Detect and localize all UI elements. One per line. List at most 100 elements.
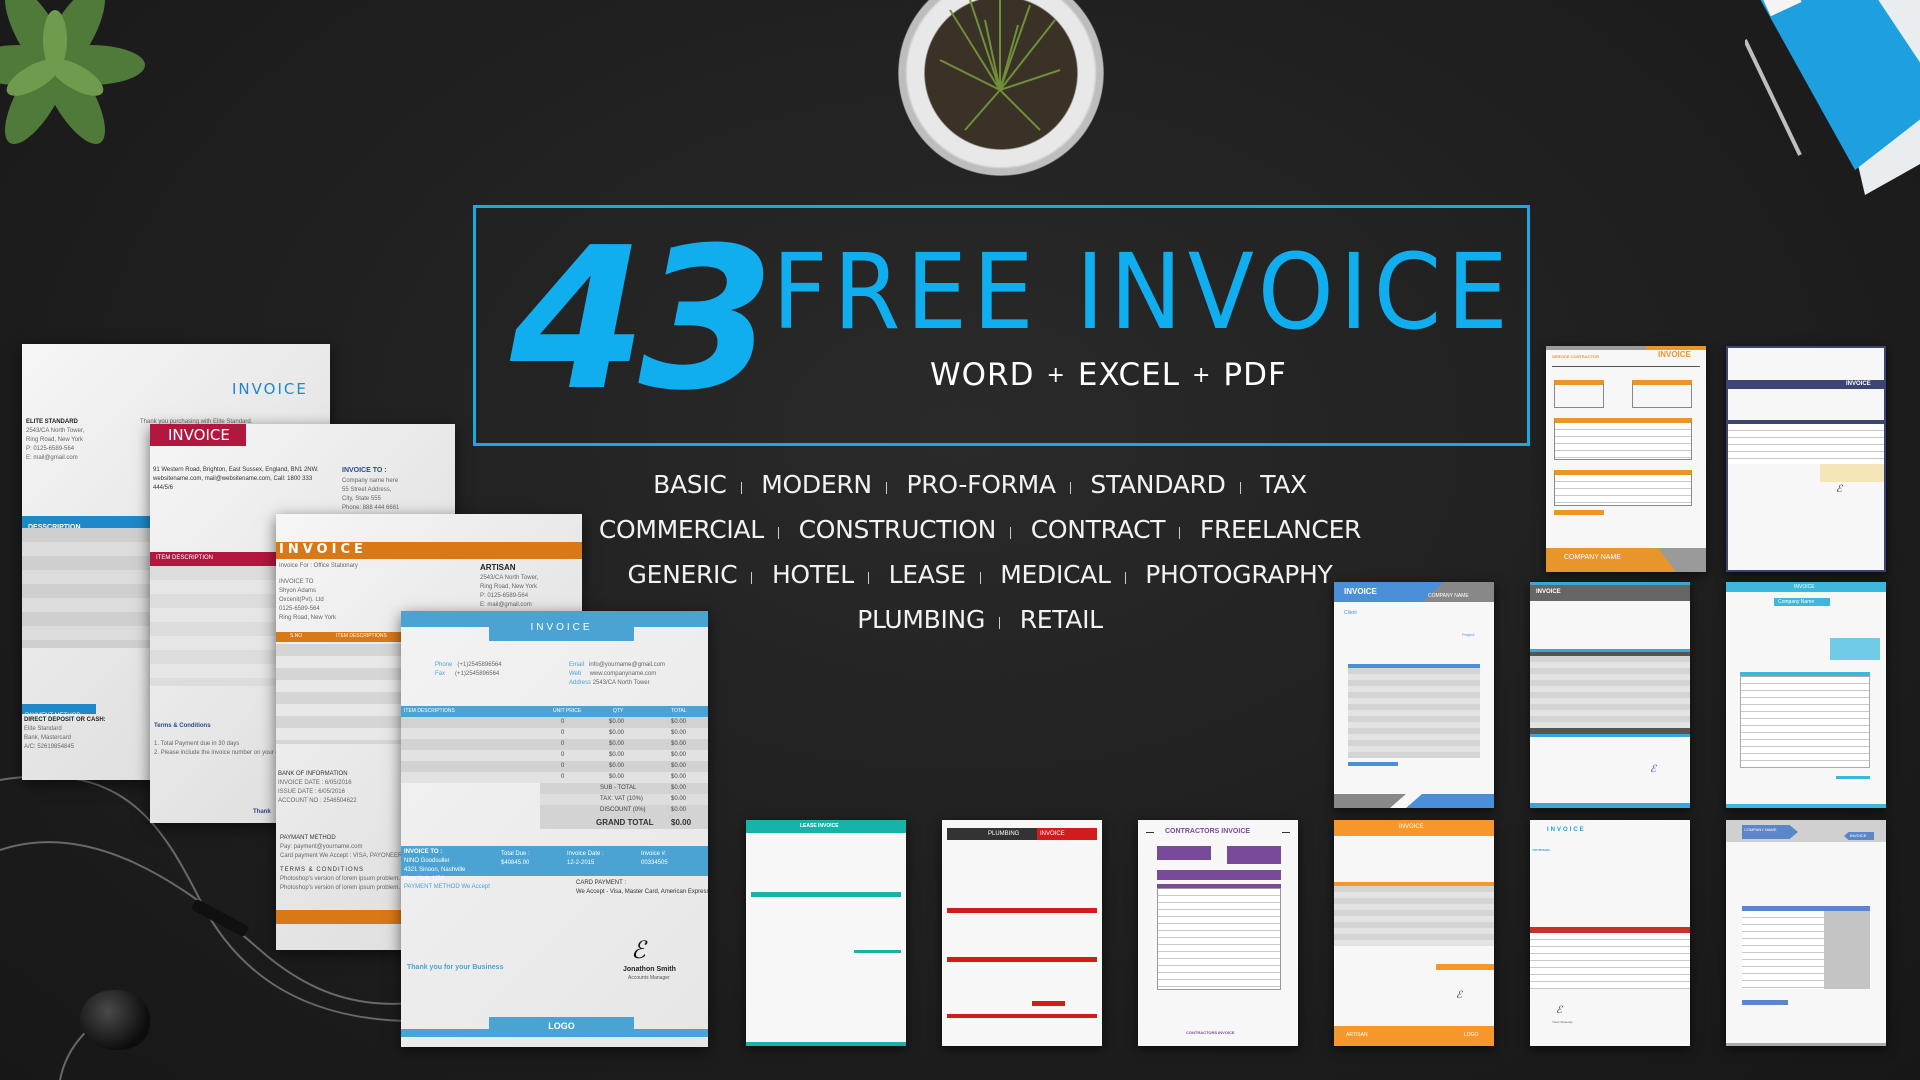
address-line: 2543/CA North Tower, [480,575,539,581]
totals-block [1820,464,1884,482]
payment-method: PAYMENT METHOD We Accept [404,884,490,890]
thumbnail-title: CONTRACTORS INVOICE [1165,828,1251,835]
category-separator [999,617,1001,629]
total-due: Total Due : $40845.00 [501,850,530,868]
summary-row: SUB - TOTAL $0.00 [540,783,708,794]
column-header: TOTAL [671,708,687,714]
contact-label: Fax [435,671,446,677]
address-block: 91 Western Road, Brighton, East Sussex, … [153,466,319,493]
signature-icon: ℰ [1456,990,1463,1001]
thumbnail-service-contractor[interactable]: SERVICE CONTRACTOR INVOICE COMPANY NAME [1546,346,1706,572]
table-row: 0 $0.00 $0.00 [401,761,708,772]
thumbnail-grey-blue[interactable]: INVOICE ℰ [1530,582,1690,808]
thumbnail-orange-artisan[interactable]: INVOICE ℰ ARTISAN LOGO [1334,820,1494,1046]
bank-info-value: : 6/05/2016 [314,789,345,795]
payment-line: Card payment We Accept : VISA, PAYONEER [280,853,403,859]
dates-bar [1157,870,1281,880]
category-separator [885,482,887,494]
category-construction: CONSTRUCTION [798,515,997,544]
thumbnail-title: INVOICE [1536,589,1561,595]
table-cell: $0.00 [609,763,625,769]
address-line: E: mail@gmail.com [26,455,78,461]
grand-total-bar [1436,964,1494,970]
items-table [1728,424,1884,464]
thumbnail-footer-left: ARTISAN [1346,1032,1368,1038]
invoice-date-label: Invoice Date : [567,851,604,857]
invoice-subtitle: Invoice For : Office Stationary [279,563,358,569]
to-box [1157,846,1211,860]
column-header: ITEM DESCRIPTIONS [404,708,455,714]
total-bar [1836,776,1870,779]
category-lease: LEASE [888,560,966,589]
payment-line: A/C: 52619854845 [24,744,75,750]
terms-title: Terms & Conditions [154,723,211,729]
signer-name: Jonathon Smith [623,966,676,973]
contact-value: info@yourname@gmail.com [589,662,665,668]
table-cell: $0.00 [609,719,625,725]
thumbnail-teal-company[interactable]: INVOICE Company Name [1726,582,1886,808]
table-cell: 0 [561,730,565,736]
contact-value: 2543/CA North Tower [592,680,650,686]
materials-table [1554,470,1692,506]
category-separator [979,572,981,584]
invoice-to-label: INVOICE TO : [404,849,443,855]
address-line: E: mail@gmail.com [480,602,532,608]
contact-value: (+1)2545896564 [457,662,502,668]
summary-row: DISCOUNT (0%) $0.00 [540,805,708,816]
items-table [1740,676,1870,768]
invoice-title-bar: INVOICE [276,542,582,559]
invoice-number-label: Invoice #: [641,851,667,857]
table-cell: $0.00 [671,774,687,780]
materials-bar [947,957,1097,962]
address-line: 91 Western Road, Brighton, East Sussex, … [153,467,319,473]
table-header: S.NO ITEM DESCRIPTIONS [276,632,406,642]
card-payment-value: We Accept - Visa, Master Card, American … [576,889,708,895]
project-label: Project [1462,632,1475,637]
format-list: WORD + EXCEL + PDF [930,357,1287,393]
invoice-to-bar: INVOICE TO : NINO Goodsuller 4321 Sinoon… [401,846,708,882]
table-rows [22,528,150,648]
bottom-stripe [1726,804,1886,808]
category-plumbing: PLUMBING [857,605,986,634]
thumbnail-blue-arrow[interactable]: COMPANY NAME INVOICE [1726,820,1886,1046]
category-contract: CONTRACT [1030,515,1166,544]
thumbnail-subtitle: YOUTRAVEL [1532,848,1551,852]
items-table-header: ITEM DESCRIPTIONS UNIT PRICE QTY TOTAL [401,706,708,717]
contact-label: Web [569,671,582,677]
footer-bar [1726,1043,1886,1046]
thumbnail-blue-company[interactable]: INVOICE COMPANY NAME Client Project [1334,582,1494,808]
card-payment: CARD PAYMENT : We Accept - Visa, Master … [576,879,708,897]
invoice-to-line: Company name here [342,477,399,484]
table-rows [150,566,276,686]
signature-icon: ℰ [1836,484,1843,495]
bank-info-title: BANK OF INFORMATION [278,771,348,777]
bank-info-label: ISSUE DATE [278,789,314,795]
thumbnail-navy-corner[interactable]: INVOICE ℰ [1726,346,1886,572]
grand-total-label: GRAND TOTAL [596,818,654,827]
logo-tab: LOGO [489,1017,634,1035]
invoice-to-block: INVOICE TO Shyon Adams Oxcenit(Pvt). Ltd… [279,578,336,623]
address-line: Ring Road, New York [26,437,84,443]
thumbnail-red-youtravel[interactable]: INVOICE YOUTRAVEL ℰ Yours Sincerely [1530,820,1690,1046]
thumbnail-title: INVOICE [1850,833,1867,838]
folder-decoration-icon [1745,0,1920,195]
total-bar [854,950,901,953]
contact-label: Email [569,662,585,668]
table-cell: 0 [561,763,565,769]
table-stripe [1530,734,1690,737]
thumbnail-title: INVOICE [1344,587,1377,596]
thumbnail-plumbing[interactable]: PLUMBING INVOICE [942,820,1102,1046]
category-medical: MEDICAL [1000,560,1111,589]
table-cell: $0.00 [671,752,687,758]
category-separator [1239,482,1241,494]
contact-value: (+1)2545896564 [455,671,500,677]
address-line: 444/5/6 [153,485,174,491]
description-table [1554,418,1692,460]
invoice-title: INVOICE [530,622,593,633]
category-basic: BASIC [653,470,727,499]
thumbnail-lease[interactable]: LEASE INVOICE [746,820,906,1046]
thumbnail-contractors[interactable]: CONTRACTORS INVOICE CONTRACTORS INVOICE [1138,820,1298,1046]
thumbnail-title: INVOICE [1658,350,1691,359]
category-line: BASIC MODERN PRO-FORMA STANDARD TAX [560,470,1400,515]
table-cell: $0.00 [671,719,687,725]
